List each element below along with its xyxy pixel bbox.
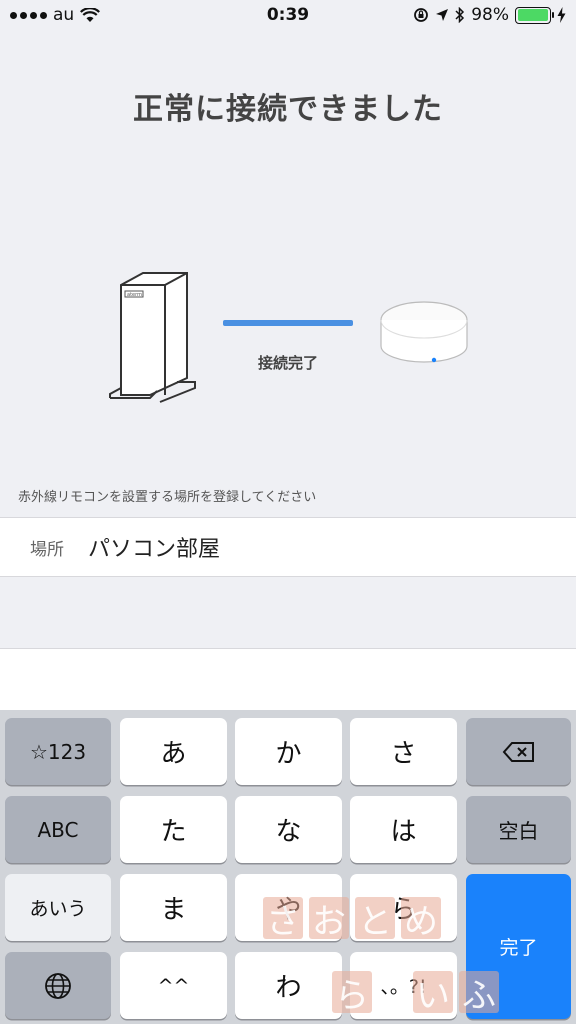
key-wa[interactable]: わ: [235, 952, 342, 1019]
key-ta[interactable]: た: [120, 796, 227, 863]
key-sa[interactable]: さ: [350, 718, 457, 785]
key-globe[interactable]: [5, 952, 111, 1019]
key-abc[interactable]: ABC: [5, 796, 111, 863]
key-space[interactable]: 空白: [466, 796, 571, 863]
key-ka[interactable]: か: [235, 718, 342, 785]
status-left: au: [10, 5, 101, 25]
battery-icon: [515, 6, 554, 24]
location-input[interactable]: [88, 534, 508, 560]
key-backspace[interactable]: [466, 718, 571, 785]
router-icon: aterm: [109, 272, 196, 403]
japanese-keyboard: ☆123 あ か さ ABC た な は 空白 あいう ま や ら 完了 ^^ …: [0, 710, 576, 1024]
connection-illustration: aterm 接続完了: [0, 250, 576, 420]
backspace-icon: [502, 741, 534, 762]
connection-line: [223, 320, 353, 326]
wifi-icon: [80, 7, 101, 22]
bluetooth-icon: [455, 7, 465, 23]
empty-row: [0, 648, 576, 710]
clock: 0:39: [266, 5, 310, 25]
status-bar: au 0:39 98%: [0, 0, 576, 30]
ir-remote-device-icon: [380, 301, 468, 363]
key-emoticon[interactable]: ^^: [120, 952, 227, 1019]
location-label: 場所: [30, 539, 64, 560]
carrier-label: au: [53, 5, 75, 25]
key-kana-mode[interactable]: あいう: [5, 874, 111, 941]
signal-strength-icon: [10, 11, 47, 19]
router-brand: aterm: [127, 292, 142, 298]
location-row[interactable]: 場所: [0, 517, 576, 577]
key-na[interactable]: な: [235, 796, 342, 863]
page-title: 正常に接続できました: [133, 92, 443, 127]
charging-bolt-icon: [557, 7, 566, 23]
status-right: 98%: [413, 5, 566, 25]
key-a[interactable]: あ: [120, 718, 227, 785]
battery-fill: [517, 9, 548, 21]
globe-icon: [45, 972, 71, 999]
key-ha[interactable]: は: [350, 796, 457, 863]
key-punctuation[interactable]: 、。?!: [350, 952, 457, 1019]
key-done[interactable]: 完了: [466, 874, 571, 1019]
key-ya[interactable]: や: [235, 874, 342, 941]
connection-status-label: 接続完了: [257, 354, 318, 372]
key-ma[interactable]: ま: [120, 874, 227, 941]
battery-percent: 98%: [471, 5, 509, 25]
instruction-text: 赤外線リモコンを設置する場所を登録してください: [18, 490, 317, 505]
orientation-lock-icon: [414, 8, 429, 22]
location-arrow-icon: [436, 9, 449, 21]
key-ra[interactable]: ら: [350, 874, 457, 941]
key-numbers-symbols[interactable]: ☆123: [5, 718, 111, 785]
